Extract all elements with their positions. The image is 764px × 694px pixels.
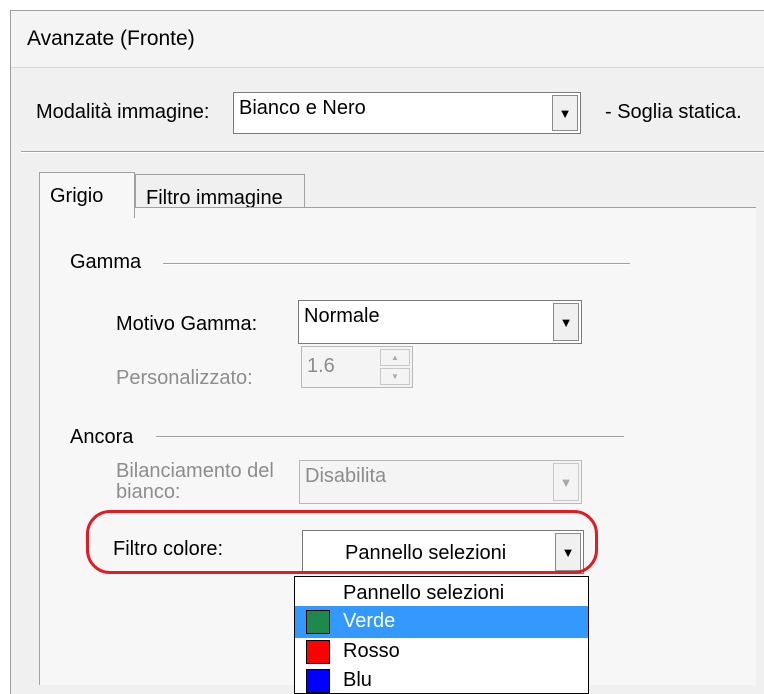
ancora-group-line <box>156 436 624 438</box>
chevron-down-icon[interactable]: ▼ <box>552 95 578 131</box>
white-balance-label: Bilanciamento del bianco: <box>116 461 274 503</box>
option-verde[interactable]: Verde <box>295 606 588 638</box>
option-rosso[interactable]: Rosso <box>295 636 588 668</box>
gamma-pattern-select[interactable]: Normale ▼ <box>298 300 582 344</box>
tab-grigio-label: Grigio <box>50 185 104 207</box>
ancora-group-label: Ancora <box>70 426 134 448</box>
image-mode-label: Modalità immagine: <box>36 101 210 123</box>
image-mode-select[interactable]: Bianco e Nero ▼ <box>233 92 581 134</box>
image-mode-note: - Soglia statica. <box>605 101 742 123</box>
divider <box>21 151 764 153</box>
window-title: Avanzate (Fronte) <box>27 27 195 50</box>
option-pannello-selezioni[interactable]: Pannello selezioni <box>295 577 588 609</box>
option-label: Rosso <box>343 640 400 662</box>
custom-gamma-spinner[interactable]: 1.6 ▲ ▼ <box>301 346 413 388</box>
chevron-down-icon[interactable]: ▼ <box>553 463 579 501</box>
color-filter-dropdown[interactable]: Pannello selezioni Verde Rosso Blu <box>294 576 589 694</box>
white-balance-label-line1: Bilanciamento del <box>116 460 274 482</box>
gamma-pattern-label: Motivo Gamma: <box>116 313 258 335</box>
chevron-down-icon[interactable]: ▼ <box>553 303 579 341</box>
advanced-front-dialog: Avanzate (Fronte) Modalità immagine: Bia… <box>10 10 764 694</box>
title-bar[interactable]: Avanzate (Fronte) <box>11 11 764 68</box>
green-swatch-icon <box>306 610 330 634</box>
image-mode-value: Bianco e Nero <box>239 97 366 119</box>
red-swatch-icon <box>306 640 330 664</box>
white-balance-label-line2: bianco: <box>116 481 181 503</box>
tab-grigio[interactable]: Grigio <box>39 172 135 218</box>
option-label: Verde <box>343 610 396 632</box>
gamma-pattern-value: Normale <box>304 305 380 327</box>
gamma-group-line <box>163 263 630 265</box>
custom-gamma-label: Personalizzato: <box>116 367 253 389</box>
gamma-group-label: Gamma <box>70 251 142 273</box>
option-blu[interactable]: Blu <box>295 665 588 693</box>
option-label: Pannello selezioni <box>343 582 505 604</box>
white-balance-select[interactable]: Disabilita ▼ <box>299 460 582 504</box>
spin-buttons: ▲ ▼ <box>380 349 410 385</box>
option-label: Blu <box>343 669 372 691</box>
custom-gamma-value: 1.6 <box>307 355 335 377</box>
blue-swatch-icon <box>306 669 330 693</box>
highlight-ring <box>86 510 598 574</box>
arrow-up-icon[interactable]: ▲ <box>380 349 410 366</box>
arrow-down-icon[interactable]: ▼ <box>380 368 410 385</box>
white-balance-value: Disabilita <box>305 465 387 487</box>
